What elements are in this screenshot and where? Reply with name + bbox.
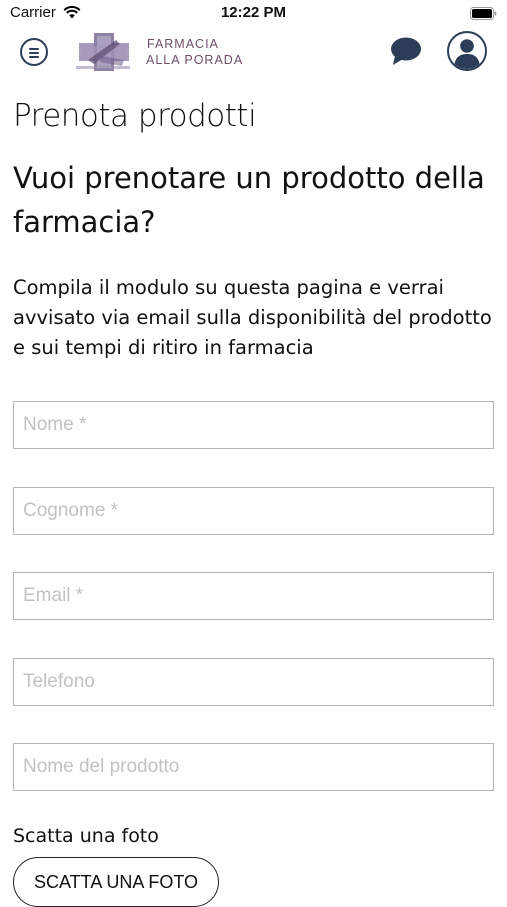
photo-label: Scatta una foto — [13, 825, 159, 847]
chat-icon[interactable] — [390, 36, 422, 66]
section-heading: Vuoi prenotare un prodotto della farmaci… — [13, 161, 485, 239]
logo-cross-icon — [76, 33, 130, 71]
cognome-field[interactable] — [13, 487, 494, 535]
nav-bar: FARMACIA ALLA PORADA — [0, 28, 507, 80]
status-bar: Carrier 12:22 PM — [0, 0, 507, 28]
menu-icon-line — [29, 56, 39, 58]
nome-field[interactable] — [13, 401, 494, 449]
logo-line-2: ALLA PORADA — [146, 53, 244, 67]
battery-icon — [470, 7, 497, 20]
page-title: Prenota prodotti — [13, 98, 257, 134]
menu-icon — [29, 48, 39, 50]
logo-line-1: FARMACIA — [147, 37, 219, 51]
email-field[interactable] — [13, 572, 494, 620]
product-name-field[interactable] — [13, 743, 494, 791]
intro-text: Compila il modulo su questa pagina e ver… — [13, 276, 492, 359]
telefono-field[interactable] — [13, 658, 494, 706]
user-icon — [454, 39, 480, 69]
profile-button[interactable] — [447, 31, 487, 71]
menu-icon-line — [29, 52, 39, 54]
menu-button[interactable] — [20, 38, 48, 66]
status-clock: 12:22 PM — [220, 4, 287, 21]
logo-text: FARMACIA ALLA PORADA — [146, 36, 243, 68]
